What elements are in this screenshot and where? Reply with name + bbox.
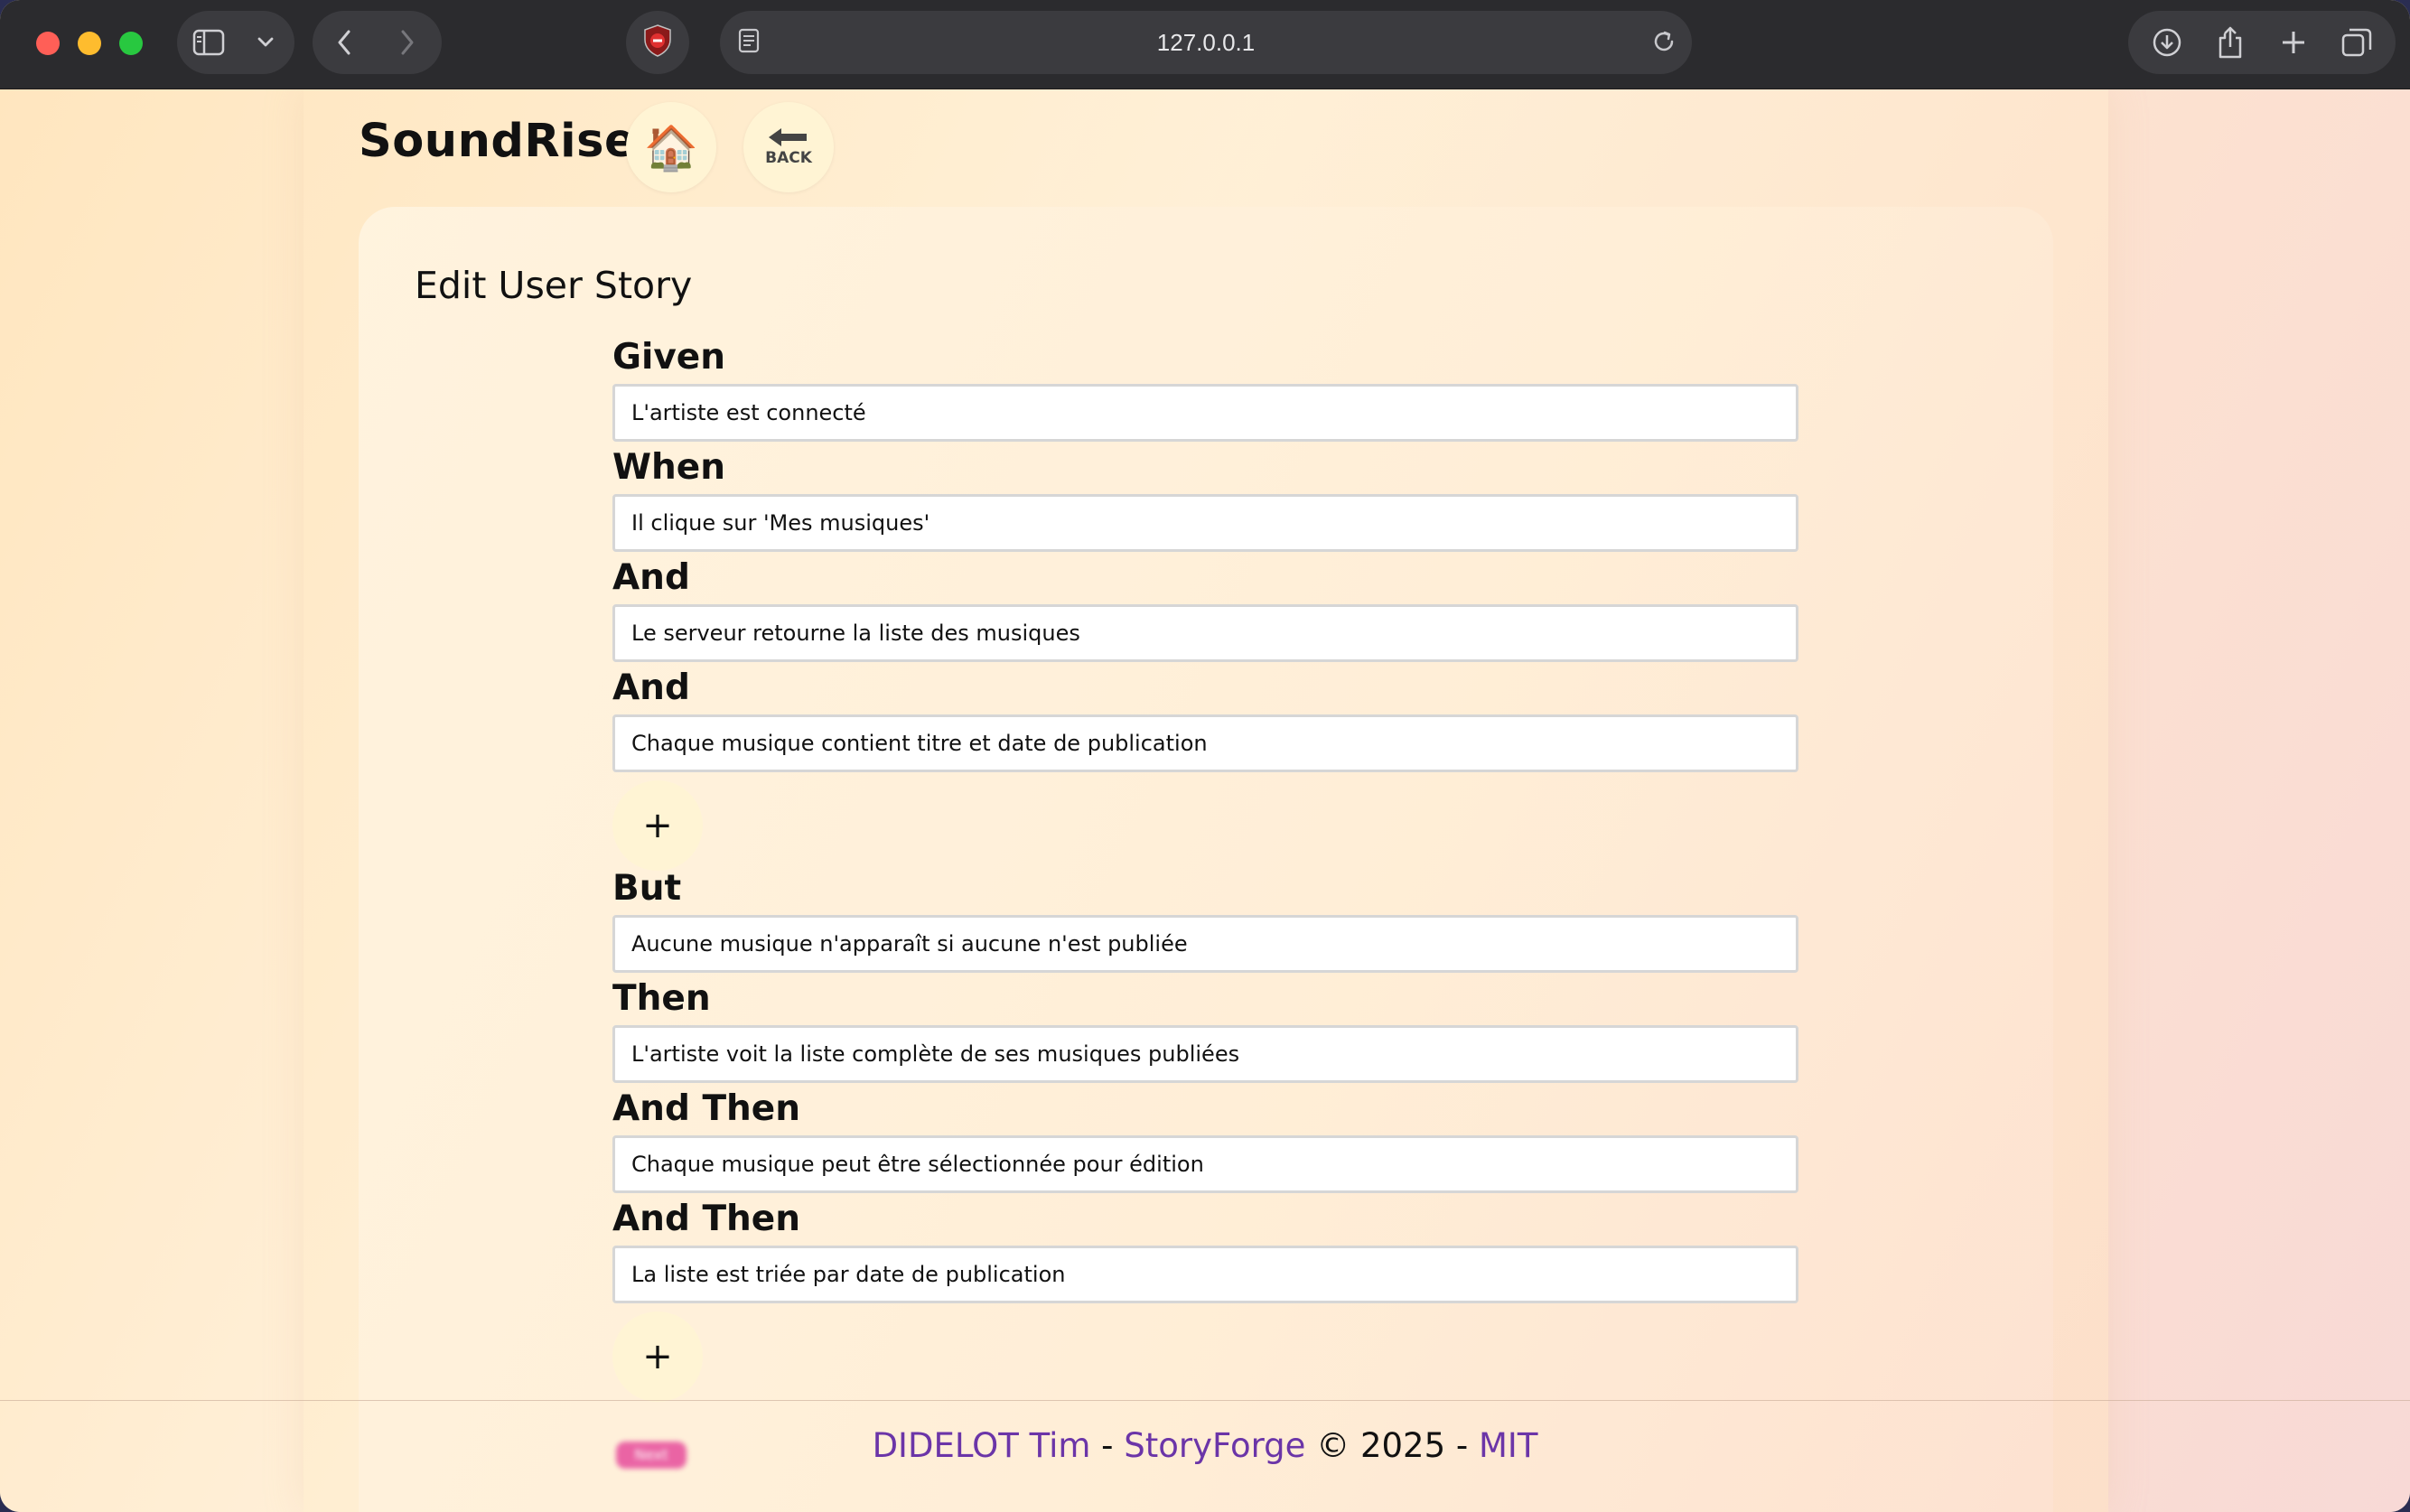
page-title: Edit User Story bbox=[415, 264, 693, 307]
field-label-2: And bbox=[612, 557, 690, 598]
new-tab-icon[interactable] bbox=[2262, 11, 2325, 74]
add-step-button[interactable]: + bbox=[612, 780, 703, 871]
back-button[interactable]: BACK bbox=[743, 102, 834, 192]
url-text[interactable]: 127.0.0.1 bbox=[720, 11, 1692, 74]
back-label: BACK bbox=[765, 149, 812, 167]
footer-separator: - bbox=[1090, 1426, 1125, 1465]
field-input-3[interactable] bbox=[612, 714, 1798, 772]
navigation-group bbox=[313, 11, 442, 74]
field-label-0: Given bbox=[612, 337, 726, 378]
app-logo[interactable]: SoundRise bbox=[359, 115, 636, 168]
home-button[interactable]: 🏠 bbox=[626, 102, 716, 192]
chevron-down-icon[interactable] bbox=[240, 11, 290, 74]
house-icon: 🏠 bbox=[644, 122, 698, 173]
download-icon[interactable] bbox=[2135, 11, 2199, 74]
field-input-1[interactable] bbox=[612, 494, 1798, 552]
sidebar-toggle-group bbox=[177, 11, 294, 74]
author-link[interactable]: DIDELOT Tim bbox=[873, 1426, 1091, 1465]
field-label-6: And Then bbox=[612, 1088, 801, 1129]
back-arrow-icon bbox=[767, 127, 810, 151]
sidebar-icon[interactable] bbox=[177, 11, 240, 74]
footer-text: DIDELOT Tim - StoryForge © 2025 - MIT bbox=[0, 1426, 2410, 1465]
field-input-2[interactable] bbox=[612, 604, 1798, 662]
field-input-5[interactable] bbox=[612, 1025, 1798, 1083]
browser-actions-group bbox=[2128, 11, 2396, 74]
field-label-5: Then bbox=[612, 978, 711, 1019]
close-window-button[interactable] bbox=[36, 32, 60, 55]
tab-overview-icon[interactable] bbox=[2325, 11, 2388, 74]
share-icon[interactable] bbox=[2199, 11, 2262, 74]
copyright-text: © 2025 - bbox=[1305, 1426, 1479, 1465]
field-label-7: And Then bbox=[612, 1199, 801, 1239]
field-label-1: When bbox=[612, 447, 725, 488]
field-input-0[interactable] bbox=[612, 384, 1798, 442]
reload-icon[interactable] bbox=[1649, 26, 1679, 61]
field-label-3: And bbox=[612, 667, 690, 708]
address-bar[interactable]: 127.0.0.1 bbox=[720, 11, 1692, 74]
license-link[interactable]: MIT bbox=[1479, 1426, 1537, 1465]
forward-arrow-icon[interactable] bbox=[376, 11, 439, 74]
privacy-extension-button[interactable] bbox=[626, 11, 689, 74]
zoom-window-button[interactable] bbox=[119, 32, 143, 55]
field-input-4[interactable] bbox=[612, 915, 1798, 973]
back-arrow-icon[interactable] bbox=[313, 11, 376, 74]
shield-icon bbox=[642, 23, 673, 61]
field-input-7[interactable] bbox=[612, 1246, 1798, 1303]
add-step-button[interactable]: + bbox=[612, 1311, 703, 1402]
field-label-4: But bbox=[612, 868, 682, 909]
project-link[interactable]: StoryForge bbox=[1124, 1426, 1305, 1465]
browser-toolbar: 127.0.0.1 bbox=[0, 0, 2410, 89]
field-input-6[interactable] bbox=[612, 1135, 1798, 1193]
browser-window: 127.0.0.1 SoundRise 🏠 BACK Edit User Sto… bbox=[0, 0, 2410, 1512]
minimize-window-button[interactable] bbox=[78, 32, 101, 55]
